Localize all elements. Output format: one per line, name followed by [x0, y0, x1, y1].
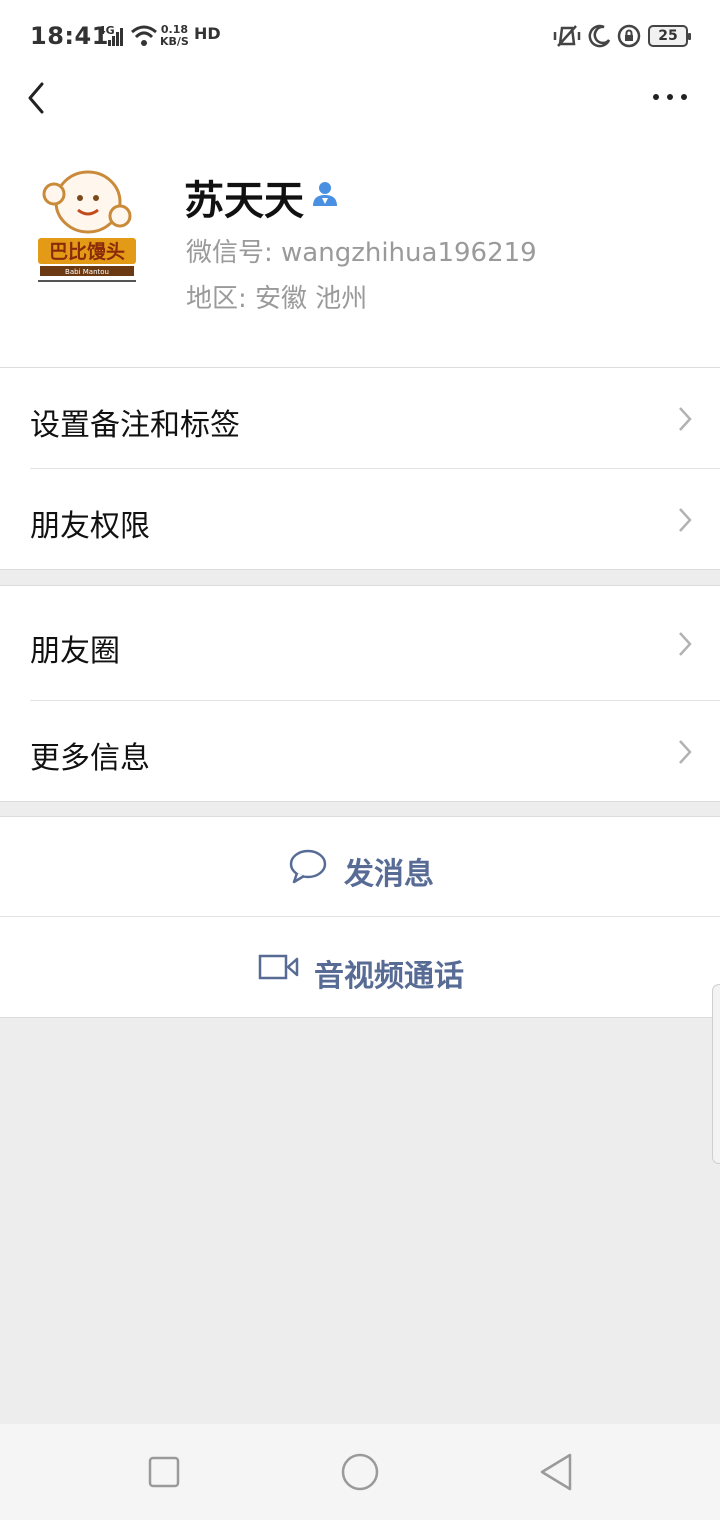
more-info-label: 更多信息 — [30, 741, 150, 776]
status-bar: 18:41 4G 0.18 KB/S HD 25 — [0, 0, 720, 72]
chevron-right-icon — [679, 508, 692, 532]
remark-tags-row[interactable]: 设置备注和标签 — [0, 368, 720, 468]
chat-bubble-icon — [289, 849, 327, 884]
battery-indicator: 25 — [648, 25, 691, 47]
menu-section-1: 设置备注和标签 朋友权限 — [0, 367, 720, 570]
chevron-right-icon — [679, 740, 692, 764]
hd-indicator: HD — [194, 24, 221, 43]
avatar-logo-text: 巴比馒头 — [49, 240, 125, 263]
rotation-lock-icon — [617, 24, 641, 48]
moments-row[interactable]: 朋友圈 — [0, 586, 720, 700]
signal-icon — [108, 28, 123, 46]
avatar-logo-subtext: Babi Mantou — [65, 268, 109, 276]
region: 地区: 安徽 池州 — [186, 284, 368, 314]
wifi-icon — [131, 25, 157, 46]
friend-permissions-label: 朋友权限 — [30, 509, 150, 544]
send-message-button[interactable]: 发消息 — [0, 817, 720, 916]
back-nav-icon[interactable] — [538, 1452, 574, 1492]
back-arrow-icon[interactable] — [24, 80, 52, 116]
chevron-right-icon — [679, 632, 692, 656]
wechat-id: 微信号: wangzhihua196219 — [186, 238, 537, 268]
video-camera-icon — [258, 954, 299, 980]
send-message-label: 发消息 — [344, 857, 434, 892]
recent-apps-icon[interactable] — [148, 1456, 180, 1488]
scroll-handle[interactable] — [712, 984, 720, 1164]
menu-section-2: 朋友圈 更多信息 — [0, 585, 720, 802]
video-call-label: 音视频通话 — [314, 959, 464, 994]
verify-icon — [313, 182, 337, 206]
moon-icon — [588, 24, 611, 48]
more-icon[interactable] — [650, 84, 690, 108]
chevron-right-icon — [679, 407, 692, 431]
actions-section: 发消息 音视频通话 — [0, 816, 720, 1018]
net-speed: 0.18 KB/S — [160, 23, 189, 48]
remark-tags-label: 设置备注和标签 — [30, 408, 240, 443]
friend-permissions-row[interactable]: 朋友权限 — [0, 469, 720, 569]
home-icon[interactable] — [340, 1452, 380, 1492]
avatar[interactable]: 巴比馒头 Babi Mantou — [30, 158, 142, 284]
vibrate-icon — [553, 25, 581, 47]
more-info-row[interactable]: 更多信息 — [0, 701, 720, 801]
video-call-button[interactable]: 音视频通话 — [0, 917, 720, 1017]
moments-label: 朋友圈 — [30, 634, 120, 669]
system-nav-bar — [0, 1424, 720, 1520]
profile-name: 苏天天 — [184, 178, 304, 224]
